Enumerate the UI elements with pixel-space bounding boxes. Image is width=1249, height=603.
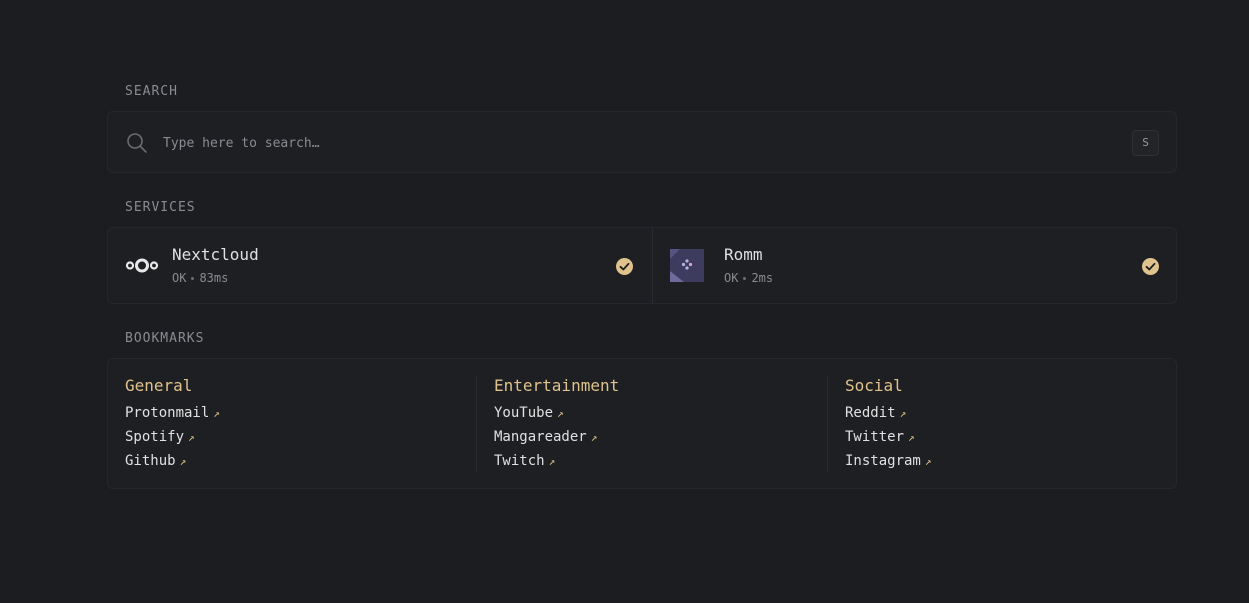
external-link-icon: ↗	[899, 407, 907, 420]
services-panel: Nextcloud OK 83ms Romm OK 2ms	[107, 227, 1177, 304]
external-link-icon: ↗	[908, 431, 915, 444]
search-icon	[127, 133, 147, 153]
separator-dot	[191, 277, 195, 280]
separator-dot	[743, 277, 747, 280]
bookmark-list: YouTube ↗ Mangareader ↗ Twitch ↗	[494, 405, 597, 477]
service-status-text: OK	[172, 271, 187, 285]
bookmark-list: Reddit ↗ Twitter ↗ Instagram ↗	[845, 405, 931, 477]
bookmark-link[interactable]: Twitch ↗	[494, 453, 597, 477]
bookmarks-panel: General Protonmail ↗ Spotify ↗ Github ↗ Ent…	[107, 358, 1177, 489]
service-card-romm[interactable]: Romm OK 2ms	[652, 228, 1177, 303]
bookmark-group-title: Entertainment	[494, 376, 620, 395]
external-link-icon: ↗	[557, 407, 564, 420]
bookmark-label: YouTube	[494, 405, 554, 421]
search-input[interactable]	[163, 131, 1063, 155]
external-link-icon: ↗	[213, 407, 220, 420]
bookmark-link[interactable]: Mangareader ↗	[494, 429, 597, 453]
service-latency: 2ms	[751, 271, 774, 285]
bookmark-group-title: Social	[845, 376, 903, 395]
bookmark-link[interactable]: Spotify ↗	[125, 429, 220, 453]
bookmark-group-general: General Protonmail ↗ Spotify ↗ Github ↗	[108, 359, 476, 488]
bookmark-link[interactable]: YouTube ↗	[494, 405, 597, 429]
bookmark-link[interactable]: Protonmail ↗	[125, 405, 220, 429]
service-status: OK 83ms	[172, 271, 228, 285]
external-link-icon: ↗	[188, 431, 195, 444]
service-name: Nextcloud	[172, 245, 259, 264]
search-section-title: SEARCH	[125, 84, 178, 99]
bookmark-link[interactable]: Twitter ↗	[845, 429, 931, 453]
bookmark-label: Spotify	[125, 429, 185, 445]
check-circle-icon	[1142, 258, 1159, 275]
bookmark-label: Github	[125, 453, 176, 469]
bookmark-group-social: Social Reddit ↗ Twitter ↗ Instagram ↗	[827, 376, 1176, 472]
service-latency: 83ms	[199, 271, 229, 285]
external-link-icon: ↗	[548, 455, 556, 468]
bookmark-label: Reddit	[845, 405, 896, 421]
bookmarks-section-title: BOOKMARKS	[125, 331, 205, 346]
nextcloud-icon	[125, 258, 159, 273]
bookmark-label: Twitter	[845, 429, 905, 445]
search-hotkey-badge: S	[1132, 130, 1159, 156]
search-bar[interactable]: S	[107, 111, 1177, 173]
romm-icon	[670, 249, 704, 282]
external-link-icon: ↗	[924, 455, 932, 468]
bookmark-link[interactable]: Instagram ↗	[845, 453, 931, 477]
service-status-text: OK	[724, 271, 739, 285]
external-link-icon: ↗	[590, 431, 598, 444]
external-link-icon: ↗	[179, 455, 187, 468]
service-status: OK 2ms	[724, 271, 773, 285]
bookmark-list: Protonmail ↗ Spotify ↗ Github ↗	[125, 405, 220, 477]
bookmark-link[interactable]: Github ↗	[125, 453, 220, 477]
bookmark-label: Protonmail	[125, 405, 210, 421]
bookmark-label: Twitch	[494, 453, 545, 469]
bookmark-label: Instagram	[845, 453, 921, 469]
bookmark-label: Mangareader	[494, 429, 587, 445]
bookmark-link[interactable]: Reddit ↗	[845, 405, 931, 429]
service-card-nextcloud[interactable]: Nextcloud OK 83ms	[108, 228, 652, 303]
bookmark-group-entertainment: Entertainment YouTube ↗ Mangareader ↗ Twit…	[476, 376, 827, 472]
bookmark-group-title: General	[125, 376, 193, 395]
services-section-title: SERVICES	[125, 200, 196, 215]
check-circle-icon	[616, 258, 633, 275]
service-name: Romm	[724, 245, 763, 264]
